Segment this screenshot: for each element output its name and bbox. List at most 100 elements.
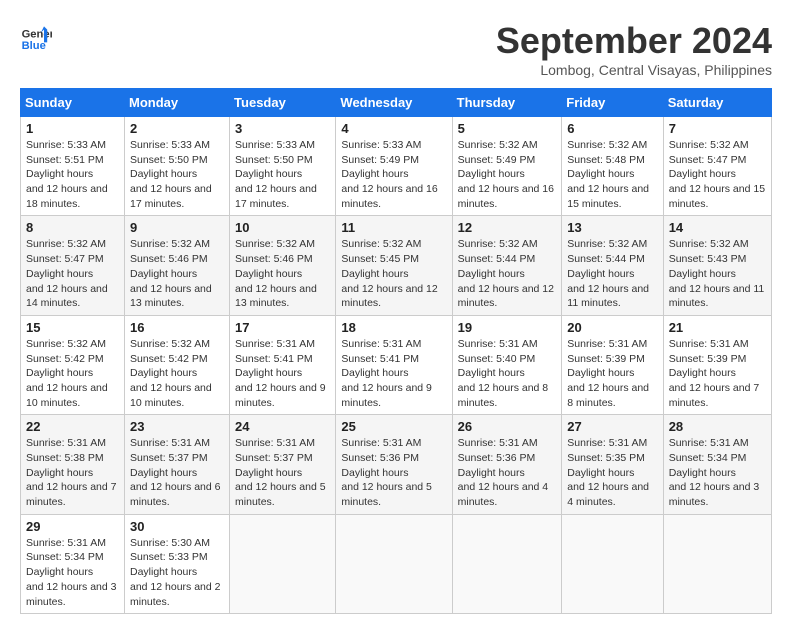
day-number: 13 [567, 220, 657, 235]
day-number: 19 [458, 320, 557, 335]
day-info: Sunrise: 5:31 AMSunset: 5:38 PMDaylight … [26, 436, 119, 509]
day-info: Sunrise: 5:32 AMSunset: 5:45 PMDaylight … [341, 237, 446, 310]
day-number: 8 [26, 220, 119, 235]
day-number: 22 [26, 419, 119, 434]
day-9: 9 Sunrise: 5:32 AMSunset: 5:46 PMDayligh… [125, 216, 230, 315]
day-26: 26 Sunrise: 5:31 AMSunset: 5:36 PMDaylig… [452, 415, 562, 514]
day-number: 9 [130, 220, 224, 235]
day-number: 21 [669, 320, 766, 335]
day-18: 18 Sunrise: 5:31 AMSunset: 5:41 PMDaylig… [336, 315, 452, 414]
day-30: 30 Sunrise: 5:30 AMSunset: 5:33 PMDaylig… [125, 514, 230, 613]
day-4: 4 Sunrise: 5:33 AMSunset: 5:49 PMDayligh… [336, 117, 452, 216]
day-info: Sunrise: 5:31 AMSunset: 5:34 PMDaylight … [669, 436, 766, 509]
day-3: 3 Sunrise: 5:33 AMSunset: 5:50 PMDayligh… [230, 117, 336, 216]
empty-cell [336, 514, 452, 613]
day-21: 21 Sunrise: 5:31 AMSunset: 5:39 PMDaylig… [663, 315, 771, 414]
month-title: September 2024 [496, 20, 772, 62]
week-row-1: 1 Sunrise: 5:33 AMSunset: 5:51 PMDayligh… [21, 117, 772, 216]
day-7: 7 Sunrise: 5:32 AMSunset: 5:47 PMDayligh… [663, 117, 771, 216]
day-number: 1 [26, 121, 119, 136]
day-number: 3 [235, 121, 330, 136]
day-info: Sunrise: 5:31 AMSunset: 5:40 PMDaylight … [458, 337, 557, 410]
day-8: 8 Sunrise: 5:32 AMSunset: 5:47 PMDayligh… [21, 216, 125, 315]
day-number: 23 [130, 419, 224, 434]
day-6: 6 Sunrise: 5:32 AMSunset: 5:48 PMDayligh… [562, 117, 663, 216]
day-13: 13 Sunrise: 5:32 AMSunset: 5:44 PMDaylig… [562, 216, 663, 315]
col-sunday: Sunday [21, 89, 125, 117]
day-number: 30 [130, 519, 224, 534]
day-number: 16 [130, 320, 224, 335]
day-number: 28 [669, 419, 766, 434]
day-16: 16 Sunrise: 5:32 AMSunset: 5:42 PMDaylig… [125, 315, 230, 414]
day-info: Sunrise: 5:31 AMSunset: 5:34 PMDaylight … [26, 536, 119, 609]
day-5: 5 Sunrise: 5:32 AMSunset: 5:49 PMDayligh… [452, 117, 562, 216]
week-row-4: 22 Sunrise: 5:31 AMSunset: 5:38 PMDaylig… [21, 415, 772, 514]
day-28: 28 Sunrise: 5:31 AMSunset: 5:34 PMDaylig… [663, 415, 771, 514]
day-info: Sunrise: 5:32 AMSunset: 5:44 PMDaylight … [567, 237, 657, 310]
day-20: 20 Sunrise: 5:31 AMSunset: 5:39 PMDaylig… [562, 315, 663, 414]
svg-text:General: General [22, 29, 52, 41]
day-24: 24 Sunrise: 5:31 AMSunset: 5:37 PMDaylig… [230, 415, 336, 514]
day-29: 29 Sunrise: 5:31 AMSunset: 5:34 PMDaylig… [21, 514, 125, 613]
empty-cell [663, 514, 771, 613]
day-info: Sunrise: 5:32 AMSunset: 5:49 PMDaylight … [458, 138, 557, 211]
day-number: 24 [235, 419, 330, 434]
day-number: 18 [341, 320, 446, 335]
empty-cell [452, 514, 562, 613]
svg-text:Blue: Blue [22, 40, 46, 52]
day-info: Sunrise: 5:31 AMSunset: 5:41 PMDaylight … [341, 337, 446, 410]
empty-cell [230, 514, 336, 613]
day-19: 19 Sunrise: 5:31 AMSunset: 5:40 PMDaylig… [452, 315, 562, 414]
col-tuesday: Tuesday [230, 89, 336, 117]
day-number: 25 [341, 419, 446, 434]
col-saturday: Saturday [663, 89, 771, 117]
day-number: 27 [567, 419, 657, 434]
day-info: Sunrise: 5:31 AMSunset: 5:41 PMDaylight … [235, 337, 330, 410]
day-info: Sunrise: 5:31 AMSunset: 5:37 PMDaylight … [130, 436, 224, 509]
logo: General Blue [20, 20, 52, 52]
col-monday: Monday [125, 89, 230, 117]
day-info: Sunrise: 5:31 AMSunset: 5:39 PMDaylight … [669, 337, 766, 410]
day-1: 1 Sunrise: 5:33 AMSunset: 5:51 PMDayligh… [21, 117, 125, 216]
day-number: 17 [235, 320, 330, 335]
day-17: 17 Sunrise: 5:31 AMSunset: 5:41 PMDaylig… [230, 315, 336, 414]
day-12: 12 Sunrise: 5:32 AMSunset: 5:44 PMDaylig… [452, 216, 562, 315]
day-info: Sunrise: 5:32 AMSunset: 5:47 PMDaylight … [26, 237, 119, 310]
col-friday: Friday [562, 89, 663, 117]
day-info: Sunrise: 5:32 AMSunset: 5:46 PMDaylight … [130, 237, 224, 310]
day-2: 2 Sunrise: 5:33 AMSunset: 5:50 PMDayligh… [125, 117, 230, 216]
day-info: Sunrise: 5:32 AMSunset: 5:43 PMDaylight … [669, 237, 766, 310]
page-header: General Blue September 2024 Lombog, Cent… [20, 20, 772, 78]
day-number: 4 [341, 121, 446, 136]
day-info: Sunrise: 5:32 AMSunset: 5:44 PMDaylight … [458, 237, 557, 310]
day-number: 15 [26, 320, 119, 335]
day-22: 22 Sunrise: 5:31 AMSunset: 5:38 PMDaylig… [21, 415, 125, 514]
day-info: Sunrise: 5:32 AMSunset: 5:48 PMDaylight … [567, 138, 657, 211]
day-number: 5 [458, 121, 557, 136]
day-info: Sunrise: 5:31 AMSunset: 5:36 PMDaylight … [341, 436, 446, 509]
day-15: 15 Sunrise: 5:32 AMSunset: 5:42 PMDaylig… [21, 315, 125, 414]
day-info: Sunrise: 5:31 AMSunset: 5:36 PMDaylight … [458, 436, 557, 509]
day-number: 6 [567, 121, 657, 136]
day-info: Sunrise: 5:33 AMSunset: 5:51 PMDaylight … [26, 138, 119, 211]
day-info: Sunrise: 5:31 AMSunset: 5:37 PMDaylight … [235, 436, 330, 509]
day-23: 23 Sunrise: 5:31 AMSunset: 5:37 PMDaylig… [125, 415, 230, 514]
day-27: 27 Sunrise: 5:31 AMSunset: 5:35 PMDaylig… [562, 415, 663, 514]
calendar-table: Sunday Monday Tuesday Wednesday Thursday… [20, 88, 772, 614]
day-info: Sunrise: 5:31 AMSunset: 5:39 PMDaylight … [567, 337, 657, 410]
title-block: September 2024 Lombog, Central Visayas, … [496, 20, 772, 78]
day-number: 26 [458, 419, 557, 434]
day-info: Sunrise: 5:30 AMSunset: 5:33 PMDaylight … [130, 536, 224, 609]
day-14: 14 Sunrise: 5:32 AMSunset: 5:43 PMDaylig… [663, 216, 771, 315]
day-info: Sunrise: 5:31 AMSunset: 5:35 PMDaylight … [567, 436, 657, 509]
day-number: 7 [669, 121, 766, 136]
day-info: Sunrise: 5:33 AMSunset: 5:50 PMDaylight … [235, 138, 330, 211]
day-number: 29 [26, 519, 119, 534]
day-info: Sunrise: 5:32 AMSunset: 5:42 PMDaylight … [26, 337, 119, 410]
week-row-5: 29 Sunrise: 5:31 AMSunset: 5:34 PMDaylig… [21, 514, 772, 613]
day-info: Sunrise: 5:32 AMSunset: 5:42 PMDaylight … [130, 337, 224, 410]
day-info: Sunrise: 5:32 AMSunset: 5:46 PMDaylight … [235, 237, 330, 310]
day-number: 20 [567, 320, 657, 335]
location: Lombog, Central Visayas, Philippines [496, 62, 772, 78]
col-thursday: Thursday [452, 89, 562, 117]
